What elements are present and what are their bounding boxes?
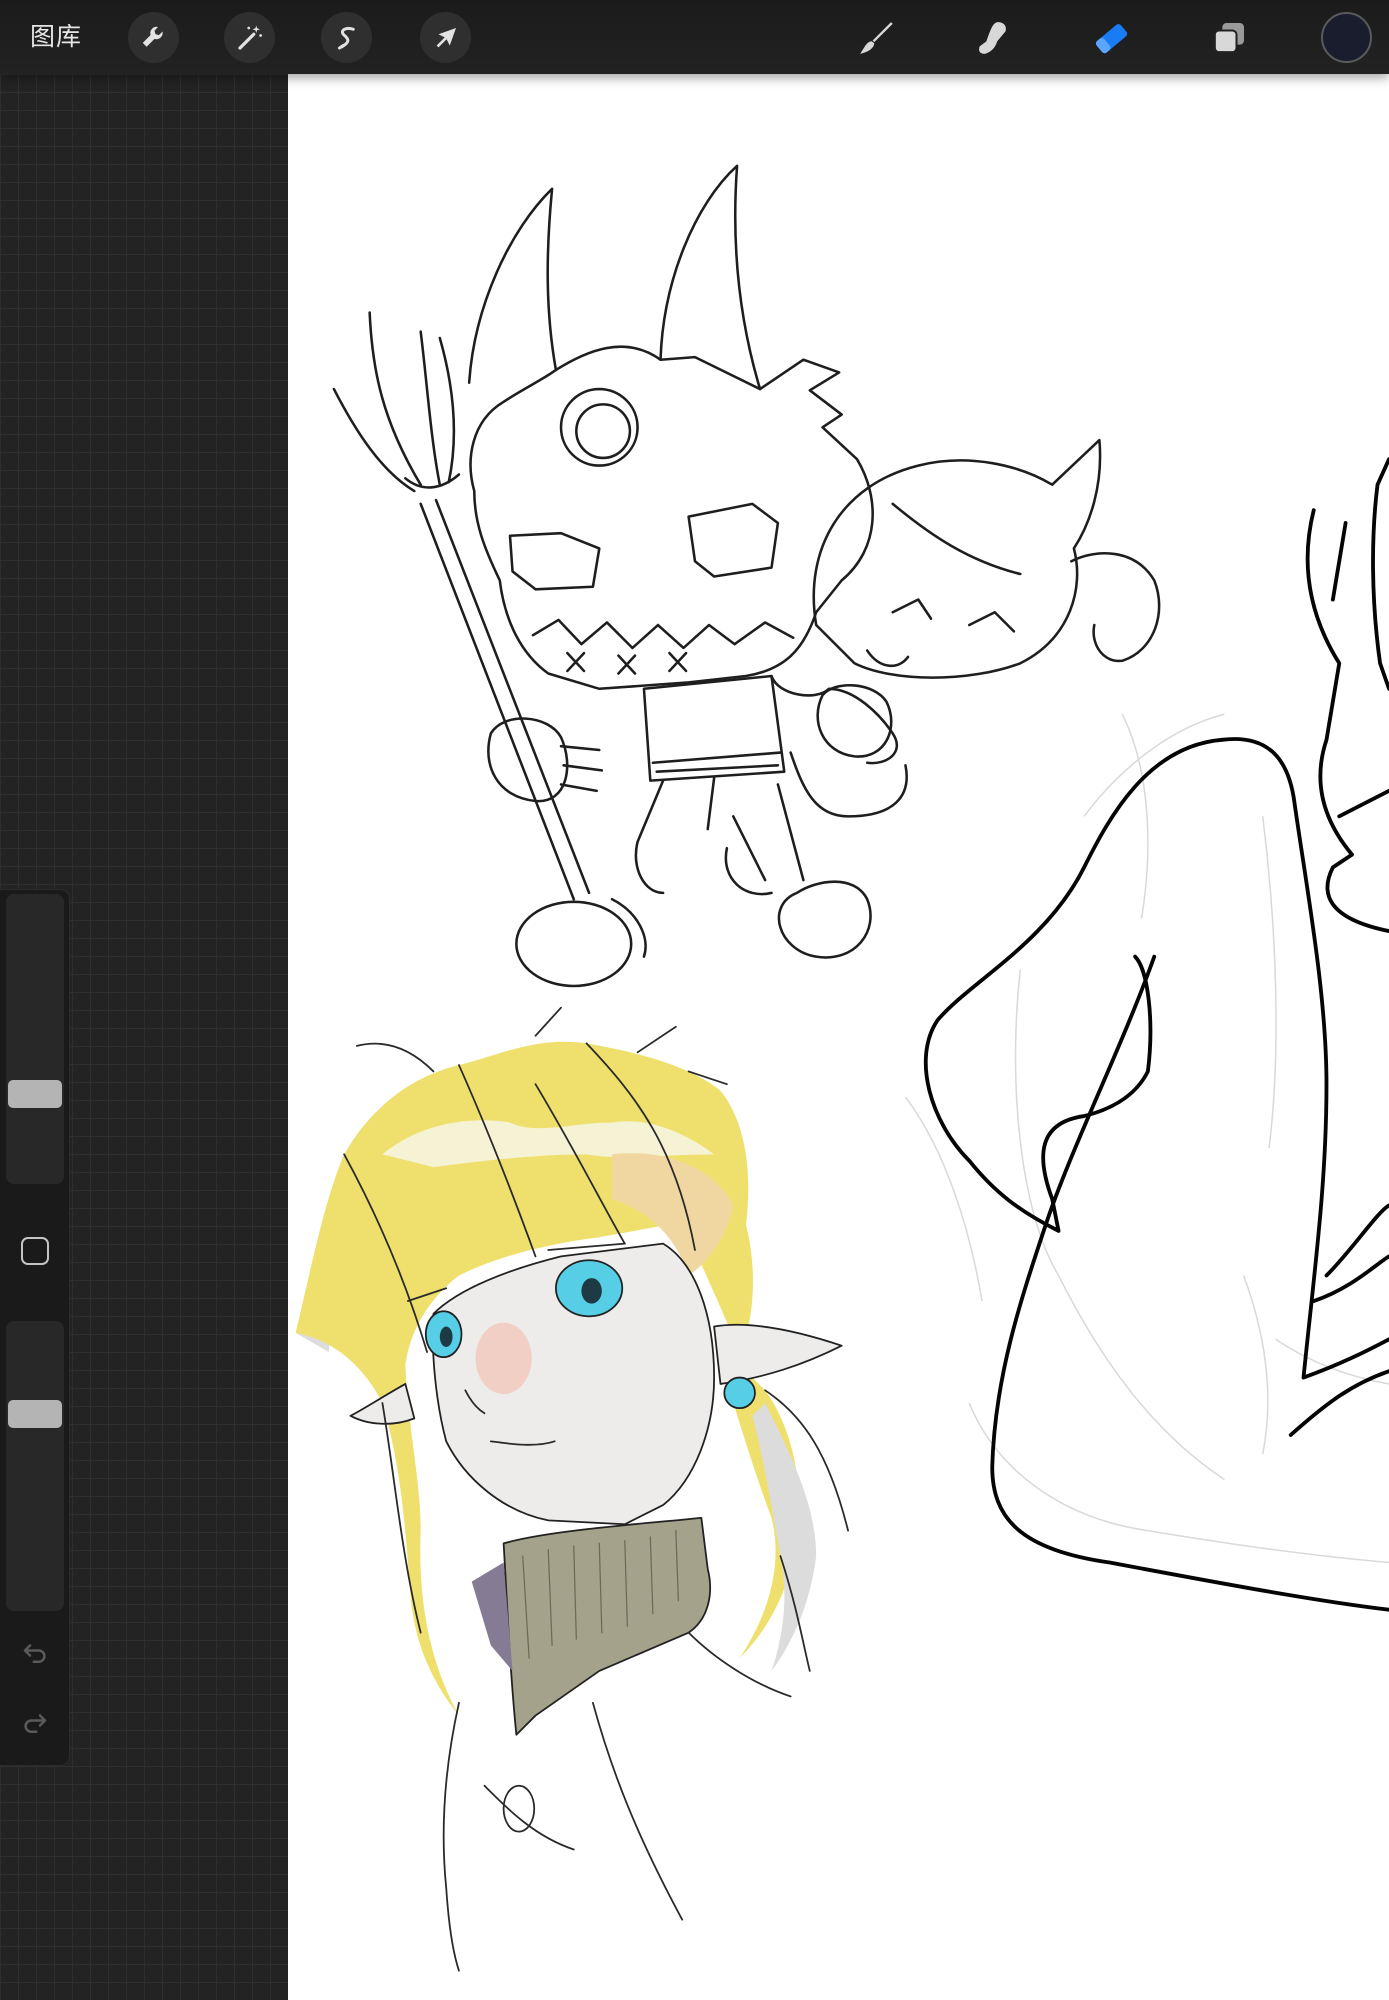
procreate-app: 图库 xyxy=(0,0,1389,2000)
smudge-tool[interactable] xyxy=(967,12,1018,63)
redo-button[interactable] xyxy=(17,1705,53,1741)
drawing-sketch-guides xyxy=(904,713,1389,1564)
brush-size-slider[interactable] xyxy=(6,894,64,1184)
drawing-elf-portrait xyxy=(295,1006,849,1972)
selection-icon xyxy=(337,26,355,49)
magic-wand-icon xyxy=(237,25,262,50)
side-bar xyxy=(0,889,70,1766)
adjustments-button[interactable] xyxy=(224,12,275,63)
layers-button[interactable] xyxy=(1203,12,1254,63)
selection-button[interactable] xyxy=(321,12,372,63)
eraser-tool[interactable] xyxy=(1085,12,1136,63)
opacity-thumb[interactable] xyxy=(8,1399,62,1428)
canvas-artwork xyxy=(295,164,1389,1972)
undo-icon xyxy=(23,1644,46,1663)
eraser-icon xyxy=(1095,23,1127,53)
layers-icon xyxy=(1213,22,1244,53)
gallery-button[interactable]: 图库 xyxy=(30,0,82,74)
color-picker-button[interactable] xyxy=(1321,12,1372,63)
redo-icon xyxy=(24,1714,47,1733)
brush-tool[interactable] xyxy=(850,12,901,63)
drawing-demon-chibi xyxy=(332,164,1161,988)
wrench-icon xyxy=(142,26,163,47)
transform-arrow-icon xyxy=(436,27,456,47)
brush-icon xyxy=(859,21,893,54)
smudge-icon xyxy=(978,21,1006,54)
undo-button[interactable] xyxy=(17,1635,53,1671)
top-toolbar: 图库 xyxy=(0,0,1389,74)
drawing-canvas[interactable] xyxy=(288,74,1389,2000)
brush-size-thumb[interactable] xyxy=(8,1080,62,1109)
drawing-dragon-lineart xyxy=(923,457,1389,1612)
actions-button[interactable] xyxy=(128,12,179,63)
transform-button[interactable] xyxy=(420,12,471,63)
opacity-slider[interactable] xyxy=(6,1321,64,1611)
modify-button[interactable] xyxy=(21,1237,49,1265)
